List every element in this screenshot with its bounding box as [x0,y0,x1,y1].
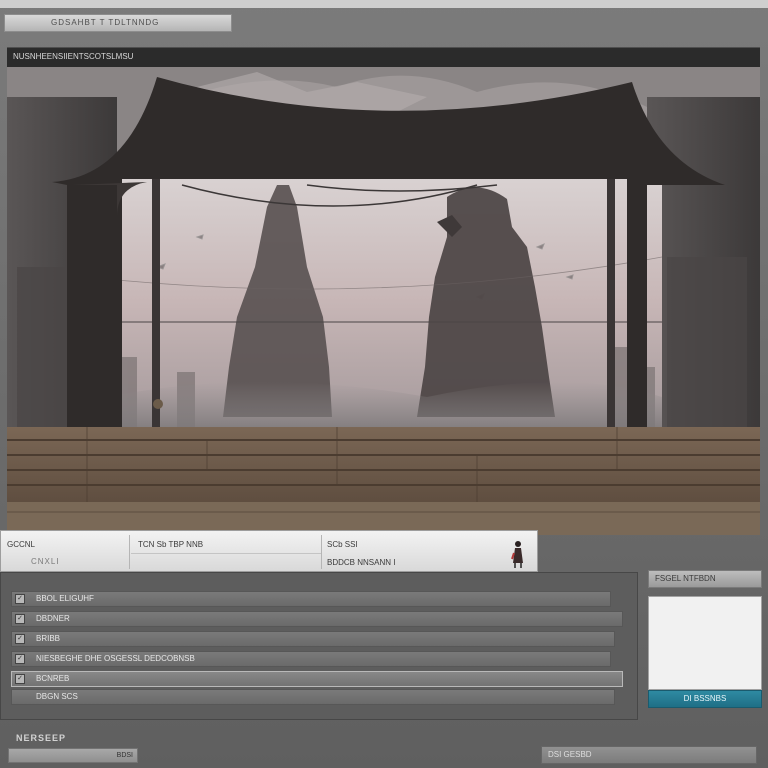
preview-swatch[interactable] [648,596,762,690]
layer-visibility-checkbox[interactable]: ✓ [15,674,25,684]
layer-label: BCNREB [36,674,70,683]
side-panel-header[interactable]: FSGEL NTFBDN [648,570,762,588]
layer-visibility-checkbox[interactable]: ✓ [15,634,25,644]
address-tab[interactable]: GDSAHBT T TDLTNNDG [4,14,232,32]
layer-label: DBGN SCS [36,692,78,701]
layer-visibility-checkbox[interactable]: ✓ [15,594,25,604]
field3-value-suffix: I [393,558,396,567]
layer-label: BRIBB [36,634,61,643]
window-title-bar: NUSNHEENSIIENTSCOTSLMSU [7,47,760,67]
properties-bar: GCCNL CNXLI TCN Sb TBP NNB SCb SSI BDDCB… [0,530,538,572]
layer-row[interactable]: DBGN SCS [11,689,615,705]
props-line [131,553,321,554]
stage-viewport[interactable] [7,67,760,535]
character-thumbnail-icon[interactable] [511,539,525,569]
layer-visibility-checkbox[interactable]: ✓ [15,654,25,664]
layer-visibility-checkbox[interactable]: ✓ [15,614,25,624]
field3-label: SCb SSI [327,540,358,549]
field1-label: GCCNL [7,540,36,549]
field2-label[interactable]: TCN Sb TBP NNB [138,540,203,549]
apply-button[interactable]: DI BSSNBS [648,690,762,708]
layer-label: BBOL ELIGUHF [36,594,94,603]
props-divider [129,535,130,569]
props-divider [321,535,322,569]
field3-value-text: BDDCB NNSANN [327,558,392,567]
stage-scene-image [7,67,760,535]
top-strip [0,0,768,8]
layer-label: NIESBEGHE DHE OSGESSL DEDCOBNSB [36,654,195,663]
layers-panel: ✓ BBOL ELIGUHF ✓ DBDNER ✓ BRIBB ✓ NIESBE… [0,572,638,720]
window-title: NUSNHEENSIIENTSCOTSLMSU [13,52,134,61]
field1-sub: CNXLI [31,557,60,566]
layer-row[interactable]: ✓ BBOL ELIGUHF [11,591,611,607]
layer-row[interactable]: ✓ DBDNER [11,611,623,627]
status-field[interactable]: BDSI [8,748,138,763]
layer-row-selected[interactable]: ✓ BCNREB [11,671,623,687]
layer-row[interactable]: ✓ NIESBEGHE DHE OSGESSL DEDCOBNSB [11,651,611,667]
status-right-field[interactable]: DSI GESBD [541,746,757,764]
status-label: NERSEEP [16,733,67,743]
layer-row[interactable]: ✓ BRIBB [11,631,615,647]
field3-value[interactable]: BDDCB NNSANN I [327,558,395,567]
layer-label: DBDNER [36,614,70,623]
app-window: GDSAHBT T TDLTNNDG NUSNHEENSIIENTSCOTSLM… [0,0,768,768]
